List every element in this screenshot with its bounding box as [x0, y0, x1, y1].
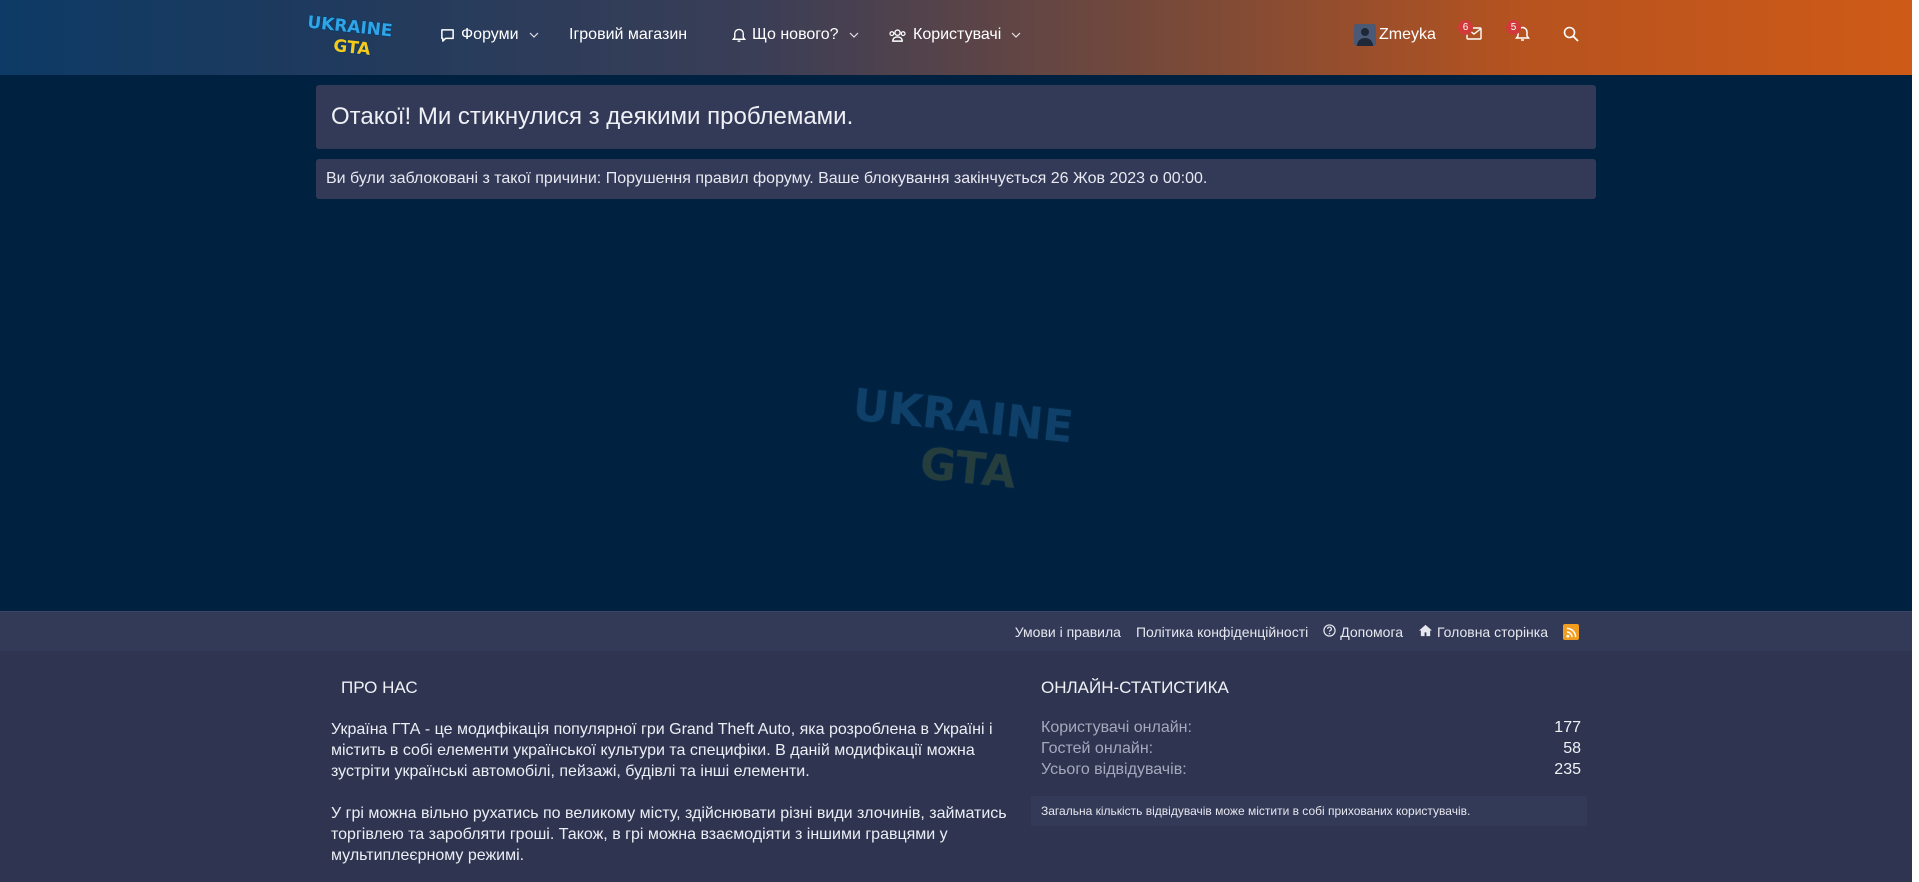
page-title: Отакої! Ми стикнулися з деякими проблема… [316, 85, 1596, 149]
terms-link[interactable]: Умови і правила [1015, 624, 1121, 640]
about-p2-line: торгівлею та заробляти гроші. Також, в г… [331, 826, 948, 843]
about-heading: ПРО НАС [341, 678, 418, 697]
home-link-label: Головна сторінка [1437, 624, 1548, 640]
stat-label: Гостей онлайн: [1041, 740, 1154, 757]
nav-forums[interactable]: Форуми [440, 0, 539, 70]
nav-game-store[interactable]: Ігровий магазин [569, 0, 687, 70]
logo-line2: GTA [332, 36, 372, 58]
stat-label[interactable]: Користувачі онлайн: [1041, 719, 1192, 737]
about-p2-line: У грі можна вільно рухатись по великому … [331, 805, 1007, 822]
watermark-logo: UKRAINE GTA [850, 385, 1076, 497]
nav-whats-new[interactable]: Що нового? [732, 0, 859, 70]
stats-heading: ОНЛАЙН-СТАТИСТИКА [1041, 678, 1229, 697]
nav-members-label: Користувачі [913, 26, 1002, 43]
privacy-link[interactable]: Політика конфіденційності [1136, 624, 1308, 640]
stat-label: Усього відвідувачів: [1041, 761, 1187, 778]
alerts-badge: 5 [1506, 20, 1521, 35]
chevron-down-icon[interactable] [849, 32, 859, 39]
ban-notice: Ви були заблоковані з такої причини: Пор… [316, 159, 1596, 199]
nav-members[interactable]: Користувачі [888, 0, 1021, 70]
username: Zmeyka [1379, 26, 1436, 43]
help-link[interactable]: Допомога [1323, 624, 1403, 640]
home-icon [1418, 624, 1433, 640]
scrollbar[interactable] [1912, 0, 1919, 882]
stat-value: 58 [1563, 740, 1581, 757]
conversations-badge: 6 [1458, 20, 1473, 35]
rss-icon[interactable] [1563, 624, 1579, 640]
search-button[interactable] [1557, 22, 1585, 50]
chevron-down-icon[interactable] [1011, 32, 1021, 39]
terms-link-label: Умови і правила [1014, 624, 1121, 640]
about-paragraph-1: Україна ГТА - це модифікація популярної … [331, 719, 1031, 782]
question-circle-icon [1323, 624, 1336, 640]
about-p1-line: містить в собі елементи української куль… [331, 742, 975, 759]
account-menu[interactable]: Zmeyka [1354, 0, 1436, 70]
stat-row-guests: Гостей онлайн: 58 [1041, 740, 1581, 758]
stat-row-total: Усього відвідувачів: 235 [1041, 761, 1581, 779]
stat-value: 177 [1554, 719, 1581, 736]
stat-row-members: Користувачі онлайн: 177 [1041, 719, 1581, 737]
chevron-down-icon[interactable] [529, 32, 539, 39]
header-bar: UKRAINE GTA Форуми Ігровий магазин Що но… [0, 0, 1912, 75]
bell-icon [732, 28, 746, 43]
conversations-button[interactable]: 6 [1458, 20, 1488, 50]
home-link[interactable]: Головна сторінка [1418, 624, 1548, 640]
nav-whats-new-label: Що нового? [752, 26, 839, 43]
about-p1-line: зустріти українські автомобілі, пейзажі,… [331, 763, 810, 780]
page: UKRAINE GTA Форуми Ігровий магазин Що но… [0, 0, 1912, 882]
page-title-text: Отакої! Ми стикнулися з деякими проблема… [331, 103, 854, 130]
avatar [1354, 24, 1376, 46]
users-icon [888, 28, 907, 43]
stats-note: Загальна кількість відвідувачів може міс… [1031, 796, 1587, 826]
stats-note-text: Загальна кількість відвідувачів може міс… [1041, 804, 1471, 818]
watermark-line2: GTA [918, 438, 1019, 497]
about-paragraph-2: У грі можна вільно рухатись по великому … [331, 803, 1031, 866]
comment-icon [440, 28, 455, 43]
stat-value: 235 [1554, 761, 1581, 778]
alerts-button[interactable]: 5 [1506, 20, 1536, 50]
about-p2-line: мультиплеєрному режимі. [331, 847, 525, 864]
about-p1-line: Україна ГТА - це модифікація популярної … [331, 721, 993, 738]
nav-forums-label: Форуми [461, 26, 519, 43]
nav-game-store-label: Ігровий магазин [569, 26, 688, 43]
footer-links-bar: Умови і правила Політика конфіденційност… [0, 611, 1912, 651]
ban-notice-text: Ви були заблоковані з такої причини: Пор… [326, 170, 1208, 187]
privacy-link-label: Політика конфіденційності [1135, 624, 1309, 640]
search-icon [1563, 26, 1579, 47]
site-logo[interactable]: UKRAINE GTA [306, 10, 394, 58]
help-link-label: Допомога [1340, 624, 1404, 640]
